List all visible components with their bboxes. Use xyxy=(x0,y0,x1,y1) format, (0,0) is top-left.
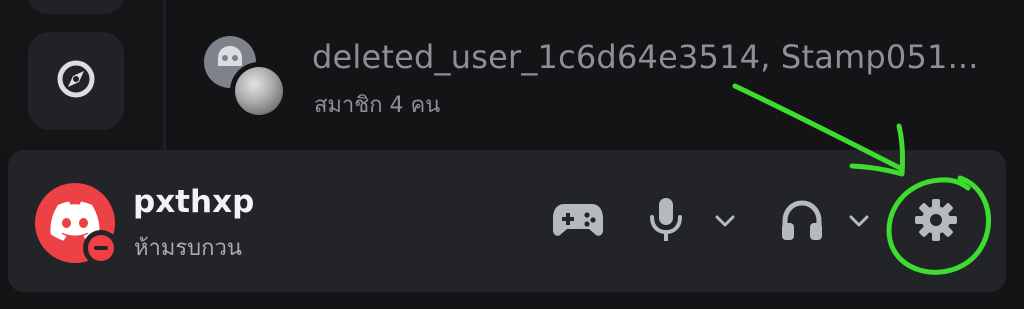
discord-window: deleted_user_1c6d64e3514, Stamp051... สม… xyxy=(0,0,1024,309)
user-status-text: ห้ามรบกวน xyxy=(134,236,242,261)
group-avatar xyxy=(204,36,288,120)
group-dm-name: deleted_user_1c6d64e3514, Stamp051... xyxy=(312,38,979,76)
user-panel: pxthxp ห้ามรบกวน xyxy=(8,150,1006,292)
group-member-count: สมาชิก 4 คน xyxy=(314,93,441,118)
mic-options-button[interactable] xyxy=(708,208,742,236)
mute-button[interactable] xyxy=(644,198,688,246)
gear-icon xyxy=(913,197,959,247)
headset-options-button[interactable] xyxy=(842,208,876,236)
chevron-down-icon xyxy=(849,213,869,232)
gamepad-icon xyxy=(552,202,604,242)
headphones-icon xyxy=(780,199,824,245)
username[interactable]: pxthxp xyxy=(133,184,254,220)
microphone-icon xyxy=(648,197,684,247)
status-indicator xyxy=(83,230,119,266)
do-not-disturb-icon xyxy=(88,235,114,261)
group-dm-item[interactable]: deleted_user_1c6d64e3514, Stamp051... สม… xyxy=(166,0,1024,152)
user-settings-button[interactable] xyxy=(910,196,962,248)
activities-button[interactable] xyxy=(548,200,608,244)
compass-icon xyxy=(56,59,96,103)
server-rail xyxy=(0,0,165,152)
deafen-button[interactable] xyxy=(778,198,826,246)
chevron-down-icon xyxy=(715,213,735,232)
discover-button[interactable] xyxy=(28,32,124,130)
member-avatar-photo xyxy=(230,62,288,120)
server-rail-item[interactable] xyxy=(28,0,124,14)
